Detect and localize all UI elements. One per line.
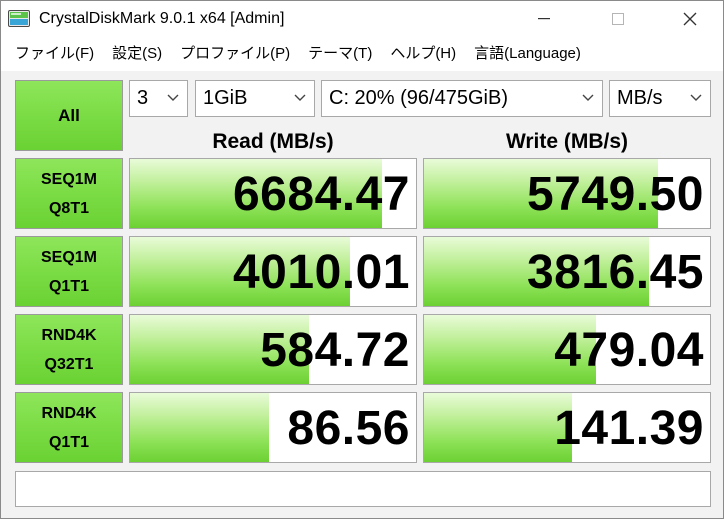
read-result-rnd4k-q1t1: 86.56 (129, 392, 417, 463)
chevron-down-icon (294, 94, 306, 101)
close-icon[interactable] (667, 1, 713, 37)
read-value: 86.56 (287, 402, 410, 455)
test-label-line2: Q1T1 (48, 433, 89, 451)
read-column-header: Read (MB/s) (212, 130, 334, 153)
read-result-seq1m-q1t1: 4010.01 (129, 236, 417, 307)
test-count-value: 3 (137, 87, 149, 109)
write-result-seq1m-q8t1: 5749.50 (423, 158, 711, 229)
test-count-select[interactable]: 3 (129, 80, 188, 117)
write-value: 141.39 (554, 402, 704, 455)
write-value: 5749.50 (526, 168, 704, 221)
write-value: 3816.45 (526, 246, 704, 299)
chevron-down-icon (167, 94, 179, 101)
unit-value: MB/s (617, 87, 663, 109)
drive-value: C: 20% (96/475GiB) (329, 87, 508, 109)
test-label-line1: RND4K (41, 326, 97, 344)
window-title: CrystalDiskMark 9.0.1 x64 [Admin] (39, 10, 285, 27)
test-label-line2: Q32T1 (44, 355, 94, 373)
test-label-line1: SEQ1M (40, 248, 97, 266)
comment-field[interactable] (15, 471, 711, 507)
read-value: 4010.01 (232, 246, 410, 299)
title-bar[interactable]: CrystalDiskMark 9.0.1 x64 [Admin] (1, 1, 723, 37)
menu-bar: ファイル(F) 設定(S) プロファイル(P) テーマ(T) ヘルプ(H) 言語… (1, 37, 723, 71)
write-result-rnd4k-q1t1: 141.39 (423, 392, 711, 463)
crystaldiskmark-window: CrystalDiskMark 9.0.1 x64 [Admin] ファイル(F… (0, 0, 724, 519)
drive-select[interactable]: C: 20% (96/475GiB) (321, 80, 603, 117)
menu-help[interactable]: ヘルプ(H) (381, 38, 465, 70)
rnd4k-q32t1-button[interactable]: RND4K Q32T1 (15, 314, 123, 385)
read-result-rnd4k-q32t1: 584.72 (129, 314, 417, 385)
menu-theme[interactable]: テーマ(T) (299, 38, 381, 70)
test-label-line2: Q1T1 (48, 277, 89, 295)
seq1m-q8t1-button[interactable]: SEQ1M Q8T1 (15, 158, 123, 229)
minimize-icon[interactable] (521, 1, 567, 37)
test-label-line1: SEQ1M (40, 170, 97, 188)
test-label-line2: Q8T1 (48, 199, 89, 217)
write-value: 479.04 (554, 324, 704, 377)
read-bar (130, 393, 269, 462)
menu-language[interactable]: 言語(Language) (465, 38, 590, 70)
benchmark-panel: All 3 1GiB C: 20% (96/475GiB) MB/s Read … (1, 71, 723, 518)
write-result-rnd4k-q32t1: 479.04 (423, 314, 711, 385)
write-column-header: Write (MB/s) (505, 130, 629, 153)
chevron-down-icon (582, 94, 594, 101)
read-result-seq1m-q8t1: 6684.47 (129, 158, 417, 229)
test-size-select[interactable]: 1GiB (195, 80, 315, 117)
crystaldiskmark-app-icon (8, 10, 30, 27)
maximize-icon[interactable] (595, 1, 641, 37)
test-size-value: 1GiB (203, 87, 248, 109)
chevron-down-icon (690, 94, 702, 101)
menu-file[interactable]: ファイル(F) (6, 38, 103, 70)
read-value: 584.72 (260, 324, 410, 377)
menu-settings[interactable]: 設定(S) (103, 38, 171, 70)
write-bar (424, 393, 573, 462)
write-result-seq1m-q1t1: 3816.45 (423, 236, 711, 307)
unit-select[interactable]: MB/s (609, 80, 711, 117)
test-label-line1: RND4K (41, 404, 97, 422)
rnd4k-q1t1-button[interactable]: RND4K Q1T1 (15, 392, 123, 463)
run-all-button[interactable]: All (15, 80, 123, 151)
read-value: 6684.47 (232, 168, 410, 221)
menu-profile[interactable]: プロファイル(P) (171, 38, 299, 70)
seq1m-q1t1-button[interactable]: SEQ1M Q1T1 (15, 236, 123, 307)
